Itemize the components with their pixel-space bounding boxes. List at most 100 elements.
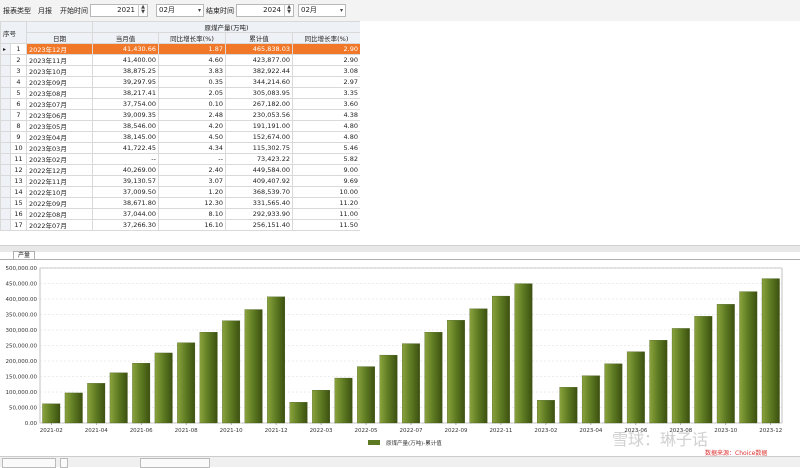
table-row[interactable]: 4 2023年09月 39,297.95 0.35 344,214.60 2.97 [0, 76, 362, 88]
cell-yoy[interactable]: 2.05 [158, 87, 226, 99]
table-row[interactable]: ▸ 1 2023年12月 41,430.66 1.87 465,838.03 2.90 [0, 43, 362, 55]
cell-yoy[interactable]: 2.48 [158, 109, 226, 121]
row-index[interactable]: 12 [10, 164, 27, 176]
cell-yoy[interactable]: 4.60 [158, 54, 226, 66]
start-year-stepper[interactable]: 2021 ▲ ▼ [90, 4, 148, 17]
spin-arrows-icon[interactable]: ▲ ▼ [284, 5, 293, 16]
cell-cumulative[interactable]: 115,302.75 [225, 142, 293, 154]
end-month-select[interactable]: 02月 ▾ [298, 4, 346, 17]
bar[interactable] [671, 328, 690, 424]
cell-month-value[interactable]: 39,297.95 [92, 76, 159, 88]
report-type-value[interactable]: 月报 [38, 6, 52, 16]
cell-month-value[interactable]: 38,546.00 [92, 120, 159, 132]
row-index[interactable]: 13 [10, 175, 27, 187]
bar[interactable] [447, 320, 465, 424]
cell-cumulative-yoy[interactable]: 5.46 [291, 142, 362, 154]
cell-date[interactable]: 2023年03月 [26, 142, 93, 154]
cell-date[interactable]: 2022年11月 [26, 175, 93, 187]
bar[interactable] [222, 320, 241, 424]
cell-date[interactable]: 2023年04月 [26, 131, 93, 143]
cell-cumulative[interactable]: 230,053.56 [225, 109, 293, 121]
table-row[interactable]: 17 2022年07月 37,266.30 16.10 256,151.40 11.50 [0, 219, 362, 231]
start-month-select[interactable]: 02月 ▾ [156, 4, 204, 17]
bar[interactable] [199, 332, 218, 424]
panel-splitter[interactable] [0, 245, 800, 252]
bottom-tab[interactable] [140, 458, 210, 468]
bar[interactable] [154, 352, 173, 424]
cell-date[interactable]: 2023年10月 [26, 65, 93, 77]
column-header-cumulative[interactable]: 累计值 [225, 32, 293, 44]
cell-cumulative[interactable]: 368,539.70 [225, 186, 293, 198]
cell-cumulative-yoy[interactable]: 3.60 [291, 98, 362, 110]
cell-date[interactable]: 2022年09月 [26, 197, 93, 209]
table-row[interactable]: 10 2023年03月 41,722.45 4.34 115,302.75 5.46 [0, 142, 362, 154]
row-index[interactable]: 7 [10, 109, 27, 121]
row-index[interactable]: 15 [10, 197, 27, 209]
cell-cumulative[interactable]: 292,933.90 [225, 208, 293, 220]
cell-cumulative[interactable]: 73,423.22 [225, 153, 293, 165]
bar[interactable] [132, 363, 151, 424]
cell-yoy[interactable]: 3.07 [158, 175, 226, 187]
cell-cumulative[interactable]: 152,674.00 [225, 131, 293, 143]
cell-yoy[interactable]: 1.87 [158, 43, 226, 55]
bar[interactable] [694, 316, 713, 424]
bar[interactable] [604, 363, 623, 424]
cell-cumulative[interactable]: 267,182.00 [225, 98, 293, 110]
cell-month-value[interactable]: 37,009.50 [92, 186, 159, 198]
cell-cumulative-yoy[interactable]: 4.38 [291, 109, 362, 121]
cell-cumulative-yoy[interactable]: 3.35 [291, 87, 362, 99]
bar[interactable] [559, 387, 578, 424]
bar[interactable] [289, 402, 308, 424]
bar[interactable] [492, 295, 510, 424]
table-row[interactable]: 11 2023年02月 -- -- 73,423.22 5.82 [0, 153, 362, 165]
row-index[interactable]: 16 [10, 208, 27, 220]
bottom-tab-handle[interactable] [60, 458, 68, 468]
bar[interactable] [177, 342, 196, 424]
row-index[interactable]: 4 [10, 76, 27, 88]
row-index[interactable]: 10 [10, 142, 27, 154]
cell-cumulative-yoy[interactable]: 4.80 [291, 120, 362, 132]
cell-cumulative[interactable]: 449,584.00 [225, 164, 293, 176]
row-index[interactable]: 1 [10, 43, 27, 55]
cell-month-value[interactable]: 41,722.45 [92, 142, 159, 154]
cell-yoy[interactable]: 1.20 [158, 186, 226, 198]
table-row[interactable]: 8 2023年05月 38,546.00 4.20 191,191.00 4.80 [0, 120, 362, 132]
cell-cumulative-yoy[interactable]: 9.69 [291, 175, 362, 187]
bar[interactable] [514, 283, 533, 424]
cell-cumulative[interactable]: 382,922.44 [225, 65, 293, 77]
cell-month-value[interactable]: 38,145.00 [92, 131, 159, 143]
cell-cumulative-yoy[interactable]: 11.00 [291, 208, 362, 220]
bar[interactable] [649, 340, 668, 424]
table-row[interactable]: 3 2023年10月 38,875.25 3.83 382,922.44 3.08 [0, 65, 362, 77]
cell-cumulative-yoy[interactable]: 2.90 [291, 43, 362, 55]
bar[interactable] [739, 291, 758, 424]
cell-cumulative-yoy[interactable]: 10.00 [291, 186, 362, 198]
cell-month-value[interactable]: 38,217.41 [92, 87, 159, 99]
cell-cumulative[interactable]: 256,151.40 [225, 219, 293, 231]
bottom-tab[interactable] [2, 458, 56, 468]
bar[interactable] [109, 372, 128, 424]
cell-cumulative[interactable]: 465,838.03 [225, 43, 293, 55]
cell-date[interactable]: 2023年11月 [26, 54, 93, 66]
cell-month-value[interactable]: 37,754.00 [92, 98, 159, 110]
cell-yoy[interactable]: 16.10 [158, 219, 226, 231]
data-grid[interactable]: 序号 原煤产量(万吨) 日期 当月值 同比增长率(%) 累计值 同比增长率(%)… [0, 21, 362, 245]
table-row[interactable]: 12 2022年12月 40,269.00 2.40 449,584.00 9.00 [0, 164, 362, 176]
bar[interactable] [626, 351, 645, 424]
cell-date[interactable]: 2023年02月 [26, 153, 93, 165]
row-index[interactable]: 5 [10, 87, 27, 99]
cell-month-value[interactable]: -- [92, 153, 159, 165]
cell-month-value[interactable]: 41,400.00 [92, 54, 159, 66]
cell-cumulative-yoy[interactable]: 11.20 [291, 197, 362, 209]
bar[interactable] [64, 392, 83, 424]
cell-yoy[interactable]: 4.34 [158, 142, 226, 154]
cell-month-value[interactable]: 38,671.80 [92, 197, 159, 209]
cell-cumulative[interactable]: 305,083.95 [225, 87, 293, 99]
header-group[interactable]: 原煤产量(万吨) [91, 21, 362, 33]
header-index[interactable]: 序号 [0, 21, 27, 44]
cell-month-value[interactable]: 40,269.00 [92, 164, 159, 176]
cell-date[interactable]: 2022年10月 [26, 186, 93, 198]
row-index[interactable]: 11 [10, 153, 27, 165]
table-row[interactable]: 9 2023年04月 38,145.00 4.50 152,674.00 4.80 [0, 131, 362, 143]
cell-yoy[interactable]: 2.40 [158, 164, 226, 176]
